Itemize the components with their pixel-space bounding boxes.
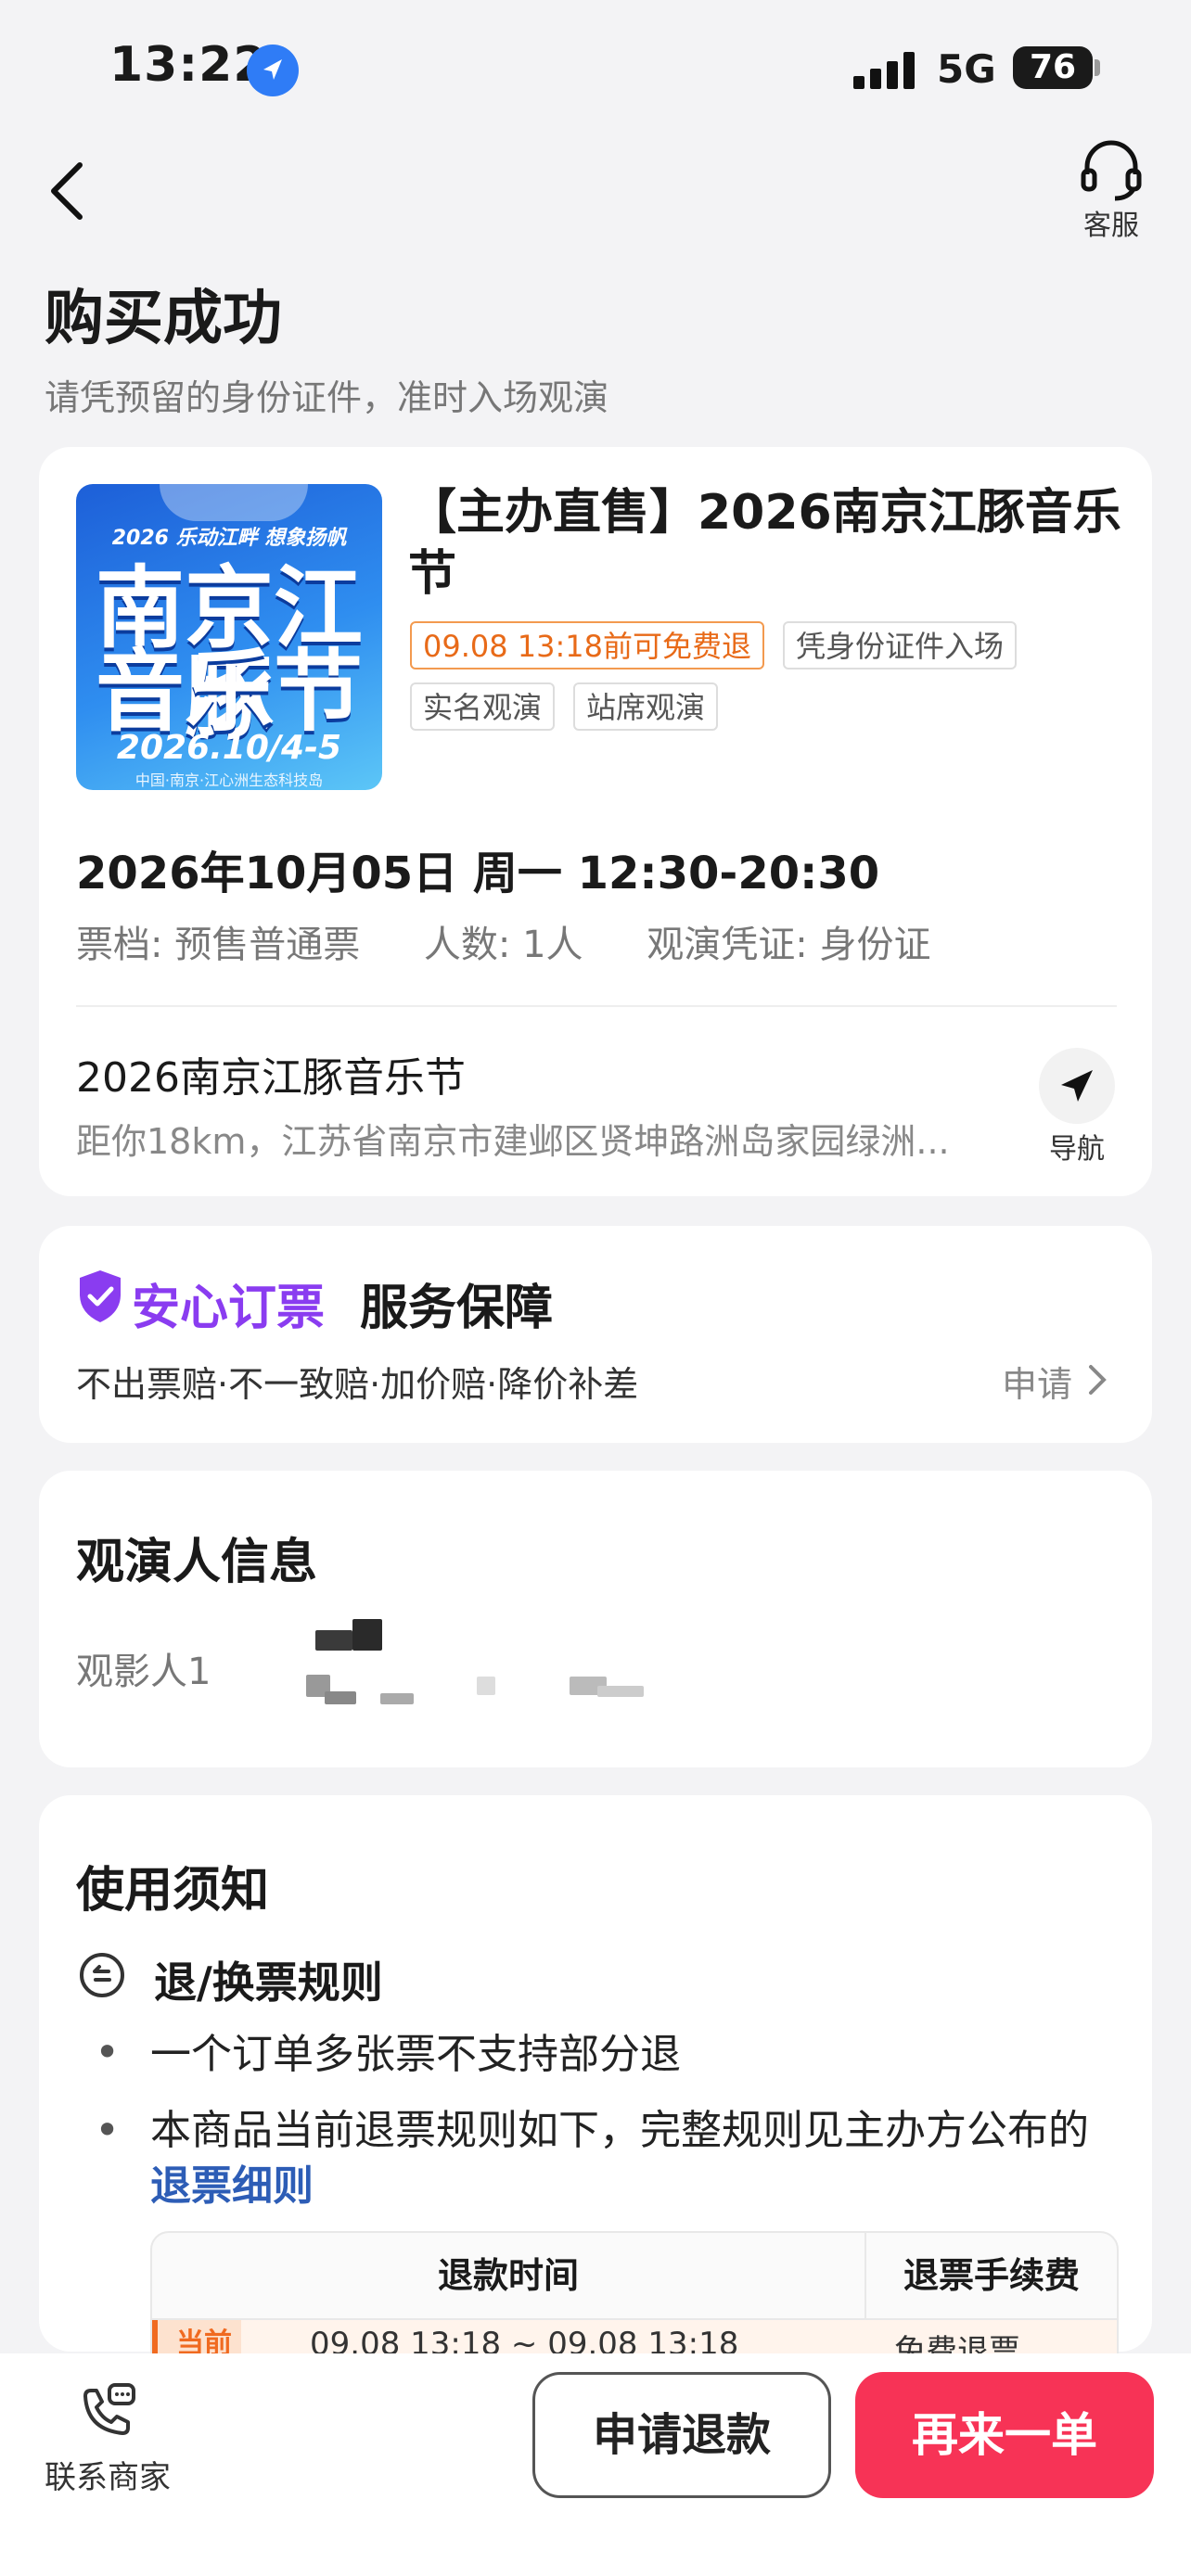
assurance-brand: 安心订票	[132, 1281, 326, 1336]
ticket-info: 票档: 预售普通票 人数: 1人 观演凭证: 身份证	[76, 914, 982, 968]
navigation-label[interactable]: 导航	[1039, 1126, 1115, 1167]
venue-address[interactable]: 距你18km，江苏省南京市建邺区贤坤路洲岛家园绿洲...	[76, 1113, 1013, 1164]
id-entry-tag: 凭身份证件入场	[783, 621, 1018, 670]
refund-rule-2-text: 本商品当前退票规则如下，完整规则见主办方公布的	[150, 2107, 1089, 2154]
refund-rules-title: 退/换票规则	[154, 1958, 383, 2008]
page-title: 购买成功	[45, 285, 282, 353]
viewer-card	[39, 1471, 1152, 1767]
poster-name-line2: 音乐节	[96, 640, 363, 744]
assurance-apply-link[interactable]: 申请	[1002, 1356, 1072, 1407]
redacted-viewer-id	[570, 1677, 653, 1714]
ticket-headcount: 人数: 1人	[423, 924, 583, 966]
signal-icon	[853, 52, 920, 89]
network-type: 5G	[937, 46, 996, 92]
viewer-section-title: 观演人信息	[76, 1535, 318, 1590]
standing-tag: 站席观演	[573, 682, 719, 731]
shield-check-icon	[76, 1269, 124, 1324]
poster-dates: 2026.10/4-5	[116, 729, 342, 767]
notice-section-title: 使用须知	[76, 1863, 270, 1919]
order-again-button[interactable]: 再来一单	[855, 2372, 1154, 2498]
refund-details-link[interactable]: 退票细则	[150, 2162, 314, 2210]
back-icon[interactable]	[43, 158, 98, 223]
ticket-tier: 票档: 预售普通票	[76, 924, 361, 966]
event-title[interactable]: 【主办直售】2026南京江豚音乐节	[408, 482, 1132, 605]
assurance-title: 服务保障	[360, 1281, 554, 1336]
refund-rule-1: 一个订单多张票不支持部分退	[150, 2031, 681, 2078]
bullet-dot: •	[95, 2105, 121, 2155]
location-icon	[247, 45, 299, 96]
refund-table: 退款时间 退票手续费 当前 09.08 13:18 ~ 09.08 13:18 …	[150, 2231, 1119, 2365]
refund-deadline-tag: 09.08 13:18前可免费退	[410, 621, 765, 670]
refund-table-header-time: 退款时间	[152, 2233, 866, 2318]
refund-cycle-icon	[78, 1951, 126, 1999]
event-datetime: 2026年10月05日 周一 12:30-20:30	[76, 848, 880, 899]
viewer-label: 观影人1	[76, 1651, 211, 1693]
battery-tip	[1095, 59, 1100, 76]
navigation-icon[interactable]	[1039, 1048, 1115, 1124]
assurance-items: 不出票赔·不一致赔·加价赔·降价补差	[76, 1364, 639, 1405]
poster-dolphin-graphic	[160, 484, 308, 521]
divider	[76, 1005, 1117, 1007]
event-poster[interactable]: 2026 乐动江畔 想象扬帆 南京江豚 音乐节 2026.10/4-5 中国·南…	[76, 484, 382, 790]
poster-slogan: 2026 乐动江畔 想象扬帆	[111, 527, 347, 550]
refund-table-header-fee: 退票手续费	[903, 2255, 1080, 2296]
real-name-tag: 实名观演	[410, 682, 556, 731]
ticket-credential: 观演凭证: 身份证	[647, 924, 931, 966]
customer-service-icon[interactable]	[1076, 139, 1146, 204]
chevron-right-icon[interactable]	[1083, 1361, 1111, 1398]
page-subtitle: 请凭预留的身份证件，准时入场观演	[45, 377, 609, 418]
bullet-dot: •	[95, 2027, 121, 2077]
request-refund-button[interactable]: 申请退款	[532, 2372, 831, 2498]
contact-merchant-icon[interactable]	[78, 2383, 137, 2439]
contact-merchant-label[interactable]: 联系商家	[45, 2452, 171, 2497]
venue-name[interactable]: 2026南京江豚音乐节	[76, 1044, 466, 1103]
battery-icon: 76	[1013, 46, 1093, 89]
refund-rule-2: 本商品当前退票规则如下，完整规则见主办方公布的退票细则	[150, 2103, 1115, 2214]
status-time: 13:22	[109, 37, 268, 93]
customer-service-label[interactable]: 客服	[1057, 202, 1165, 243]
redacted-viewer-info	[306, 1619, 529, 1715]
poster-location: 中国·南京·江心洲生态科技岛	[134, 772, 324, 789]
